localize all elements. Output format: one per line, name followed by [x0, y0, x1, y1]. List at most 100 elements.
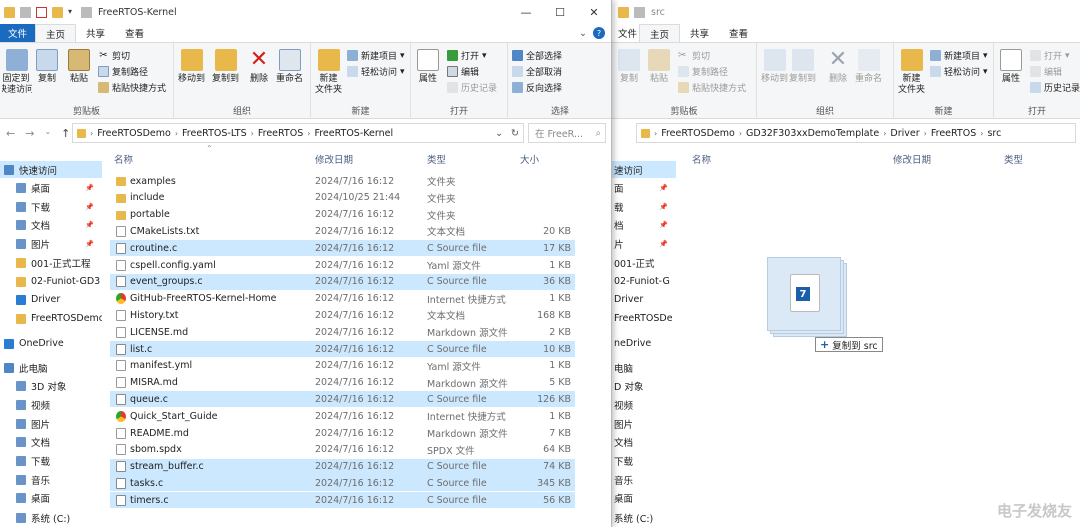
copy-button[interactable]: 复制 [618, 49, 640, 85]
copy-path-button[interactable]: 复制路径 [98, 65, 148, 78]
column-type[interactable]: 类型 [427, 152, 446, 166]
minimize-button[interactable]: — [509, 0, 543, 24]
tab-file[interactable]: 文件 [0, 24, 36, 42]
sidebar-item[interactable]: 桌面 [0, 489, 102, 506]
sidebar-item[interactable]: 系统 (C:) [0, 509, 102, 526]
sidebar-item[interactable]: 桌面 [612, 489, 676, 506]
move-to-button[interactable]: 移动到 [178, 49, 205, 85]
sidebar-item[interactable]: 02-Funiot-GD3 [0, 273, 102, 290]
file-row[interactable]: History.txt 2024/7/16 16:12 文本文档 168 KB [110, 307, 575, 323]
file-row[interactable]: stream_buffer.c 2024/7/16 16:12 C Source f… [110, 458, 575, 475]
chevron-down-icon[interactable]: ⌄ [44, 127, 51, 140]
pin-icon[interactable]: 📌 [659, 221, 668, 229]
edit-button[interactable]: 编辑 [1030, 65, 1062, 78]
file-row[interactable]: include 2024/10/25 21:44 文件夹 [110, 190, 575, 206]
breadcrumb-item[interactable]: FreeRTOSDemo [661, 128, 735, 139]
sidebar-item[interactable]: FreeRTOSDe [612, 310, 676, 327]
close-button[interactable]: ✕ [577, 0, 611, 24]
new-item-button[interactable]: 新建项目 ▾ [930, 49, 988, 62]
column-date[interactable]: 修改日期 [893, 152, 931, 166]
pin-to-quick-access-button[interactable]: 固定到 快速访问 [2, 49, 32, 96]
sidebar-item[interactable]: 下载 [612, 452, 676, 469]
maximize-button[interactable]: ☐ [543, 0, 577, 24]
history-button[interactable]: 历史记录 [447, 81, 497, 94]
sidebar-item[interactable]: 下载 [0, 452, 102, 469]
column-name[interactable]: 名称 [114, 152, 133, 166]
chevron-down-icon[interactable]: ▾ [68, 7, 76, 18]
sidebar-item[interactable]: 文档 📌 [0, 216, 102, 233]
easy-access-button[interactable]: 轻松访问 ▾ [930, 65, 988, 78]
pin-icon[interactable]: 📌 [85, 240, 94, 248]
sidebar-item[interactable]: 电脑 [612, 359, 676, 376]
sidebar-item[interactable]: 档 📌 [612, 216, 676, 233]
file-row[interactable]: manifest.yml 2024/7/16 16:12 Yaml 源文件 1 KB [110, 358, 575, 374]
sidebar-item[interactable]: 图片 📌 [0, 235, 102, 252]
forward-arrow-icon[interactable]: → [25, 127, 34, 140]
new-folder-button[interactable]: 新建 文件夹 [315, 49, 342, 96]
invert-selection-button[interactable]: 反向选择 [512, 81, 562, 94]
sidebar-item[interactable]: 文档 [612, 433, 676, 450]
sidebar-item[interactable]: D 对象 [612, 377, 676, 394]
copy-path-button[interactable]: 复制路径 [678, 65, 728, 78]
sidebar-item[interactable]: 视频 [0, 396, 102, 413]
paste-button[interactable]: 粘贴 [68, 49, 90, 85]
column-type[interactable]: 类型 [1004, 152, 1023, 166]
easy-access-button[interactable]: 轻松访问 ▾ [347, 65, 405, 78]
paste-shortcut-button[interactable]: 粘贴快捷方式 [678, 81, 746, 94]
pin-icon[interactable]: 📌 [659, 184, 668, 192]
move-to-button[interactable]: 移动到 [761, 49, 788, 85]
breadcrumb-item[interactable]: FreeRTOS-LTS [182, 128, 247, 139]
pin-icon[interactable]: 📌 [85, 184, 94, 192]
file-row[interactable]: Quick_Start_Guide 2024/7/16 16:12 Internet… [110, 408, 575, 424]
pin-icon[interactable]: 📌 [85, 203, 94, 211]
properties-button[interactable]: 属性 [1000, 49, 1022, 85]
new-folder-quick-icon[interactable] [52, 6, 63, 18]
sidebar-item[interactable]: Driver [612, 291, 676, 308]
history-button[interactable]: 历史记录 [1030, 81, 1080, 94]
new-folder-button[interactable]: 新建 文件夹 [898, 49, 925, 96]
tab-file[interactable]: 文件 [612, 24, 639, 42]
file-row[interactable]: croutine.c 2024/7/16 16:12 C Source file 17… [110, 240, 575, 257]
sidebar-item[interactable]: 音乐 [612, 471, 676, 488]
column-date[interactable]: 修改日期 [315, 152, 353, 166]
file-row[interactable]: examples 2024/7/16 16:12 文件夹 [110, 173, 575, 189]
open-button[interactable]: 打开 ▾ [447, 49, 487, 62]
sidebar-item[interactable]: 音乐 [0, 471, 102, 488]
sidebar-item[interactable]: 文档 [0, 433, 102, 450]
sidebar-item[interactable]: 此电脑 [0, 359, 102, 376]
sidebar-item[interactable]: neDrive [612, 335, 676, 352]
file-row[interactable]: list.c 2024/7/16 16:12 C Source file 10 KB [110, 341, 575, 357]
pin-icon[interactable]: 📌 [659, 240, 668, 248]
tab-view[interactable]: 查看 [719, 24, 758, 42]
file-row[interactable]: MISRA.md 2024/7/16 16:12 Markdown 源文件 5 KB [110, 375, 575, 391]
delete-button[interactable]: ✕ 删除 [248, 49, 270, 85]
select-none-button[interactable]: 全部取消 [512, 65, 562, 78]
breadcrumb-item[interactable]: FreeRTOS [258, 128, 303, 139]
copy-to-button[interactable]: 复制到 [212, 49, 239, 85]
address-bar[interactable]: › FreeRTOSDemo › GD32F303xxDemoTemplate › … [636, 123, 1076, 143]
breadcrumb-item[interactable]: GD32F303xxDemoTemplate [746, 128, 879, 139]
rename-button[interactable]: 重命名 [855, 49, 882, 85]
breadcrumb-item[interactable]: FreeRTOS [931, 128, 976, 139]
sidebar-item[interactable]: FreeRTOSDemo [0, 310, 105, 327]
column-size[interactable]: 大小 [520, 152, 539, 166]
tab-view[interactable]: 查看 [115, 24, 154, 42]
cut-button[interactable]: ✂ 剪切 [98, 49, 130, 62]
sidebar-item[interactable]: 片 📌 [612, 235, 676, 252]
sidebar-item[interactable]: Driver [0, 291, 102, 308]
copy-button[interactable]: 复制 [36, 49, 58, 85]
tab-home[interactable]: 主页 [35, 24, 77, 42]
search-input[interactable]: 在 FreeR... ⌕ [528, 123, 606, 143]
sidebar-item[interactable]: 快速访问 [0, 161, 102, 178]
file-row[interactable]: timers.c 2024/7/16 16:12 C Source file 56 K… [110, 492, 575, 509]
rename-button[interactable]: 重命名 [276, 49, 303, 85]
sidebar-item[interactable]: 图片 [612, 415, 676, 432]
chevron-down-icon[interactable]: ⌄ [495, 128, 503, 139]
delete-button[interactable]: ✕ 删除 [827, 49, 849, 85]
sidebar-item[interactable]: 视频 [612, 396, 676, 413]
tab-share[interactable]: 共享 [680, 24, 719, 42]
address-bar[interactable]: › FreeRTOSDemo › FreeRTOS-LTS › FreeRTOS › … [72, 123, 524, 143]
sidebar-item[interactable]: 载 📌 [612, 198, 676, 215]
sidebar-item[interactable]: 下载 📌 [0, 198, 102, 215]
breadcrumb-item[interactable]: src [987, 128, 1001, 139]
